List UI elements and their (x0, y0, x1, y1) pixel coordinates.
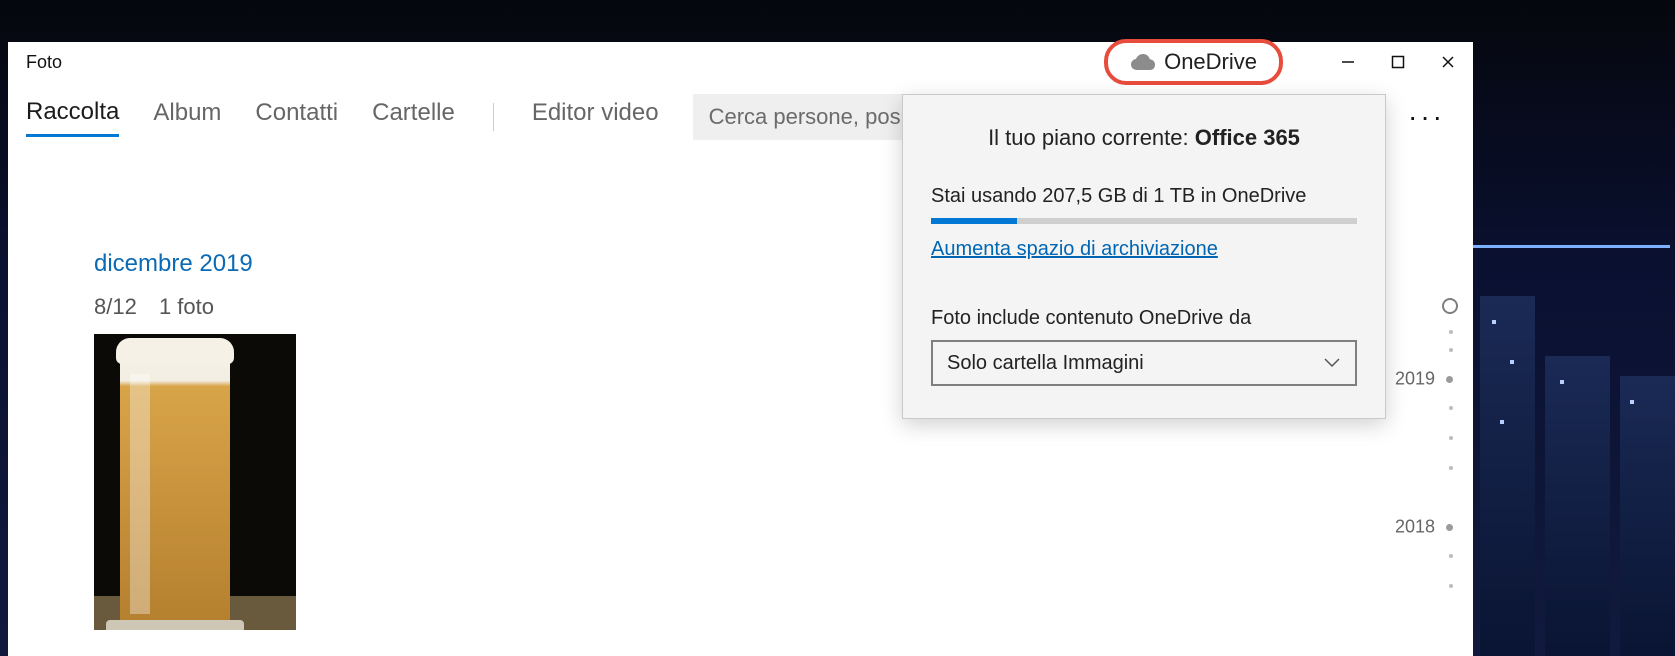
titlebar-right: OneDrive (1104, 39, 1473, 85)
timeline-scrubber[interactable]: 20192018 (1409, 298, 1463, 656)
timeline-year-label: 2018 (1395, 517, 1435, 538)
close-button[interactable] (1423, 42, 1473, 82)
day-date: 8/12 (94, 294, 137, 319)
onedrive-flyout: Il tuo piano corrente: Office 365 Stai u… (902, 94, 1386, 419)
photo-thumbnail[interactable] (94, 334, 296, 630)
cloud-icon (1130, 53, 1156, 71)
more-button[interactable]: ··· (1398, 101, 1455, 133)
decor (1500, 420, 1504, 424)
app-title: Foto (8, 52, 62, 73)
titlebar: Foto OneDrive (8, 42, 1473, 82)
timeline-year-node[interactable] (1446, 376, 1453, 383)
decor (1492, 320, 1496, 324)
window-controls (1323, 42, 1473, 82)
tab-folders[interactable]: Cartelle (372, 99, 455, 135)
timeline-year-node[interactable] (1446, 524, 1453, 531)
decor (1470, 245, 1670, 248)
include-select-value: Solo cartella Immagini (947, 352, 1144, 375)
timeline-year-label: 2019 (1395, 369, 1435, 390)
tab-video-editor[interactable]: Editor video (532, 99, 659, 135)
storage-progress (931, 218, 1357, 224)
decor (1545, 356, 1610, 656)
minimize-button[interactable] (1323, 42, 1373, 82)
timeline-tick (1449, 348, 1453, 352)
include-label: Foto include contenuto OneDrive da (931, 307, 1357, 330)
tab-divider (493, 103, 494, 131)
onedrive-label: OneDrive (1164, 49, 1257, 75)
day-photo-count: 1 foto (159, 294, 214, 319)
decor (1620, 376, 1675, 656)
thumb-decor (106, 620, 244, 630)
decor (1510, 360, 1514, 364)
chevron-down-icon (1323, 357, 1341, 369)
plan-name: Office 365 (1195, 125, 1300, 150)
include-select[interactable]: Solo cartella Immagini (931, 340, 1357, 386)
timeline-tick (1449, 554, 1453, 558)
tab-album[interactable]: Album (153, 99, 221, 135)
maximize-button[interactable] (1373, 42, 1423, 82)
photos-app-window: Foto OneDrive (8, 42, 1473, 656)
timeline-tick (1449, 330, 1453, 334)
timeline-handle[interactable] (1442, 298, 1458, 314)
thumb-decor (130, 374, 150, 614)
tab-collection[interactable]: Raccolta (26, 98, 119, 137)
decor (1630, 400, 1634, 404)
increase-storage-link[interactable]: Aumenta spazio di archiviazione (931, 238, 1357, 261)
decor (1560, 380, 1564, 384)
plan-prefix: Il tuo piano corrente: (988, 125, 1195, 150)
timeline-tick (1449, 436, 1453, 440)
thumb-decor (116, 338, 234, 364)
timeline-tick (1449, 466, 1453, 470)
desktop-background: Foto OneDrive (0, 0, 1675, 656)
usage-text: Stai usando 207,5 GB di 1 TB in OneDrive (931, 185, 1357, 208)
storage-progress-fill (931, 218, 1017, 224)
decor (1480, 296, 1535, 656)
plan-row: Il tuo piano corrente: Office 365 (931, 125, 1357, 151)
timeline-tick (1449, 584, 1453, 588)
spacer (931, 261, 1357, 307)
tab-contacts[interactable]: Contatti (255, 99, 338, 135)
timeline-tick (1449, 406, 1453, 410)
onedrive-button[interactable]: OneDrive (1104, 39, 1283, 85)
